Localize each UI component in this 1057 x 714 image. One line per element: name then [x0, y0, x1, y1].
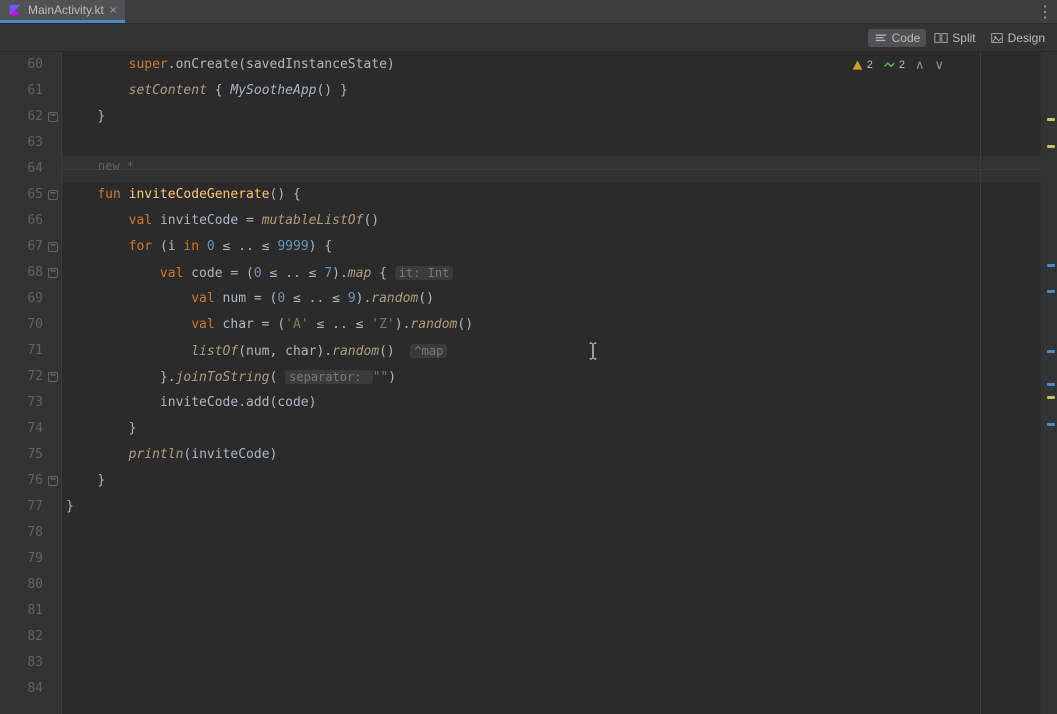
fold-toggle-icon[interactable]	[48, 190, 58, 200]
code-line[interactable]: }	[62, 104, 1041, 130]
fold-toggle-icon[interactable]	[48, 372, 58, 382]
code-line[interactable]: }	[62, 468, 1041, 494]
tab-bar: MainActivity.kt × ⋮	[0, 0, 1057, 24]
line-number[interactable]: 61	[0, 78, 43, 104]
kotlin-file-icon	[8, 3, 22, 17]
overview-marker[interactable]	[1047, 383, 1055, 386]
tab-label: MainActivity.kt	[28, 3, 104, 17]
view-mode-code[interactable]: Code	[868, 29, 927, 47]
line-number[interactable]: 71	[0, 338, 43, 364]
line-number[interactable]: 78	[0, 520, 43, 546]
problems-widget[interactable]: 2 2 ∧ ∨	[845, 55, 950, 75]
code-line[interactable]: setContent { MySootheApp() }	[62, 78, 1041, 104]
code-view-icon	[874, 31, 888, 45]
code-line[interactable]: for (i in 0 ≤ .. ≤ 9999) {	[62, 234, 1041, 260]
code-area[interactable]: 2 2 ∧ ∨ new * super.onCreate(savedInstan…	[62, 52, 1041, 714]
line-number[interactable]: 73	[0, 390, 43, 416]
editor-view-mode-bar: Code Split Design	[0, 24, 1057, 52]
line-number[interactable]: 77	[0, 494, 43, 520]
view-mode-design[interactable]: Design	[984, 29, 1051, 47]
tab-overflow-icon[interactable]: ⋮	[1033, 0, 1057, 23]
code-line[interactable]: }.joinToString( separator: "")	[62, 364, 1041, 390]
code-line[interactable]	[62, 130, 1041, 156]
code-line[interactable]	[62, 520, 1041, 546]
warnings-count[interactable]: 2	[851, 59, 873, 72]
overview-ruler[interactable]	[1041, 52, 1057, 714]
code-line[interactable]	[62, 650, 1041, 676]
code-line[interactable]: inviteCode.add(code)	[62, 390, 1041, 416]
overview-marker[interactable]	[1047, 145, 1055, 148]
line-number[interactable]: 76	[0, 468, 43, 494]
line-number[interactable]: 64	[0, 156, 43, 182]
code-line[interactable]: val char = ('A' ≤ .. ≤ 'Z').random()	[62, 312, 1041, 338]
close-tab-icon[interactable]: ×	[110, 3, 117, 17]
line-number[interactable]: 60	[0, 52, 43, 78]
line-number[interactable]: 80	[0, 572, 43, 598]
line-number[interactable]: 67	[0, 234, 43, 260]
method-annotation: new *	[98, 159, 134, 173]
code-line[interactable]: val code = (0 ≤ .. ≤ 7).map { it: Int	[62, 260, 1041, 286]
next-problem-icon[interactable]: ∨	[934, 57, 944, 73]
warning-icon	[851, 59, 864, 72]
line-number[interactable]: 79	[0, 546, 43, 572]
editor: 6061626364656667686970717273747576777879…	[0, 52, 1057, 714]
overview-marker[interactable]	[1047, 350, 1055, 353]
line-number[interactable]: 62	[0, 104, 43, 130]
code-line[interactable]	[62, 546, 1041, 572]
code-line[interactable]: }	[62, 416, 1041, 442]
line-number[interactable]: 82	[0, 624, 43, 650]
overview-marker[interactable]	[1047, 118, 1055, 121]
inline-hint: ^map	[410, 344, 447, 358]
line-number[interactable]: 84	[0, 676, 43, 702]
weak-warnings-count[interactable]: 2	[883, 59, 905, 72]
code-line[interactable]	[62, 624, 1041, 650]
code-line[interactable]	[62, 598, 1041, 624]
weak-warning-icon	[883, 59, 896, 72]
line-number-gutter[interactable]: 6061626364656667686970717273747576777879…	[0, 52, 62, 714]
view-mode-split[interactable]: Split	[928, 29, 981, 47]
inline-hint: it: Int	[395, 266, 454, 280]
line-number[interactable]: 65	[0, 182, 43, 208]
code-line[interactable]: }	[62, 494, 1041, 520]
line-number[interactable]: 66	[0, 208, 43, 234]
tab-bar-spacer	[125, 0, 1033, 23]
overview-marker[interactable]	[1047, 423, 1055, 426]
code-line[interactable]: fun inviteCodeGenerate() {	[62, 182, 1041, 208]
fold-column	[48, 52, 60, 714]
line-number[interactable]: 81	[0, 598, 43, 624]
code-line[interactable]: val num = (0 ≤ .. ≤ 9).random()	[62, 286, 1041, 312]
line-number[interactable]: 83	[0, 650, 43, 676]
line-number[interactable]: 68	[0, 260, 43, 286]
fold-toggle-icon[interactable]	[48, 242, 58, 252]
line-number[interactable]: 75	[0, 442, 43, 468]
line-number[interactable]: 74	[0, 416, 43, 442]
split-view-icon	[934, 31, 948, 45]
view-mode-split-label: Split	[952, 31, 975, 45]
inline-hint: separator:	[285, 370, 372, 384]
design-view-icon	[990, 31, 1004, 45]
code-line[interactable]: listOf(num, char).random() ^map	[62, 338, 1041, 364]
overview-marker[interactable]	[1047, 290, 1055, 293]
line-number[interactable]: 70	[0, 312, 43, 338]
view-mode-design-label: Design	[1008, 31, 1045, 45]
line-number[interactable]: 72	[0, 364, 43, 390]
view-mode-code-label: Code	[892, 31, 921, 45]
tab-main-activity[interactable]: MainActivity.kt ×	[0, 0, 125, 23]
line-number[interactable]: 69	[0, 286, 43, 312]
overview-marker[interactable]	[1047, 396, 1055, 399]
overview-marker[interactable]	[1047, 264, 1055, 267]
code-line[interactable]: println(inviteCode)	[62, 442, 1041, 468]
line-number[interactable]: 63	[0, 130, 43, 156]
fold-toggle-icon[interactable]	[48, 268, 58, 278]
fold-toggle-icon[interactable]	[48, 476, 58, 486]
code-line[interactable]	[62, 572, 1041, 598]
right-margin-guide	[980, 52, 981, 714]
code-line[interactable]	[62, 676, 1041, 702]
code-line[interactable]: val inviteCode = mutableListOf()	[62, 208, 1041, 234]
text-cursor-icon	[586, 342, 600, 360]
prev-problem-icon[interactable]: ∧	[915, 57, 925, 73]
fold-toggle-icon[interactable]	[48, 112, 58, 122]
